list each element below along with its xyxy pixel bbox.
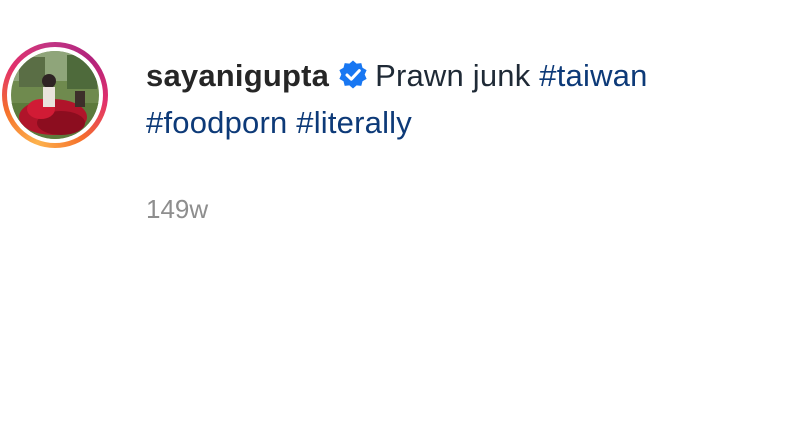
story-ring[interactable] (2, 42, 108, 148)
hashtag-link[interactable]: #foodporn (146, 105, 287, 140)
avatar-photo (11, 51, 99, 139)
username-link[interactable]: sayanigupta (146, 58, 329, 93)
comment-caption: sayanigupta Prawn junk #taiwan #foodporn… (146, 52, 786, 146)
caption-text: Prawn junk (375, 58, 531, 93)
avatar-border (7, 47, 103, 143)
hashtag-link[interactable]: #literally (296, 105, 412, 140)
hashtag-link[interactable]: #taiwan (539, 58, 647, 93)
avatar[interactable] (11, 51, 99, 139)
post-timestamp[interactable]: 149w (146, 194, 208, 225)
verified-badge-icon (339, 60, 367, 89)
post-comment: sayanigupta Prawn junk #taiwan #foodporn… (0, 0, 800, 444)
